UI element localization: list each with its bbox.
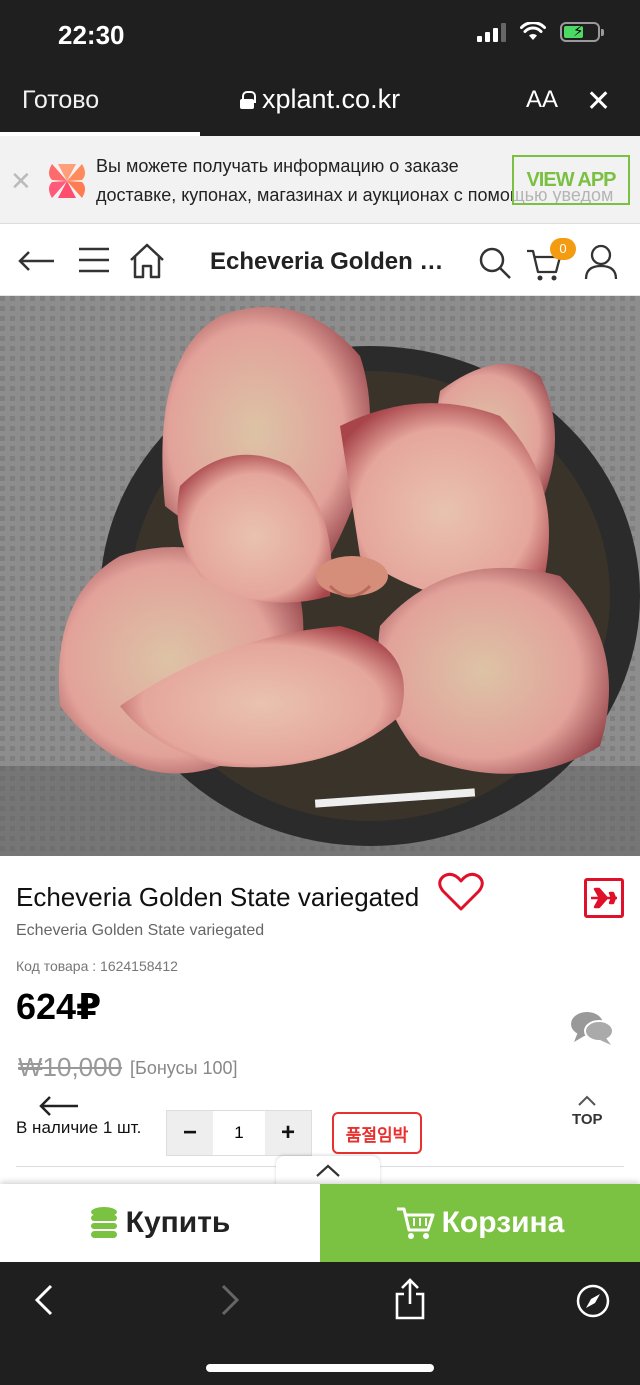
status-icons: ⚡ xyxy=(477,22,604,42)
floating-back-arrow-icon[interactable] xyxy=(38,1094,80,1118)
text-size-label: AA xyxy=(526,86,559,113)
quantity-stepper: − 1 + xyxy=(166,1110,312,1156)
share-icon[interactable] xyxy=(394,1278,426,1320)
home-icon[interactable] xyxy=(128,242,166,280)
buy-button[interactable]: Купить xyxy=(0,1184,320,1262)
chevron-up-icon xyxy=(316,1164,340,1177)
expand-options-tab[interactable] xyxy=(276,1156,380,1186)
battery-icon: ⚡ xyxy=(560,22,604,42)
cart-count-badge: 0 xyxy=(550,238,576,260)
original-price: ₩10,000 xyxy=(18,1052,123,1082)
chevron-up-icon xyxy=(578,1095,596,1106)
stock-status: В наличие 1 шт. xyxy=(16,1118,142,1137)
airplane-glyph-icon xyxy=(591,887,617,909)
scroll-top-label: TOP xyxy=(572,1111,603,1128)
cart-icon xyxy=(396,1207,435,1239)
browser-back-icon[interactable] xyxy=(34,1284,54,1316)
airplane-icon[interactable] xyxy=(584,878,624,918)
page-title: Echeveria Golden … xyxy=(210,248,444,275)
url-bar[interactable]: xplant.co.kr xyxy=(240,84,400,115)
buy-button-label: Купить xyxy=(125,1206,231,1239)
add-to-cart-button[interactable]: Корзина xyxy=(320,1184,640,1262)
compass-icon[interactable] xyxy=(576,1284,610,1318)
chat-icon[interactable] xyxy=(570,1010,614,1046)
cart-button-label: Корзина xyxy=(441,1206,565,1239)
search-icon[interactable] xyxy=(478,246,512,280)
purchase-bar: Купить Корзина xyxy=(0,1184,640,1262)
cellular-signal-icon xyxy=(477,22,506,42)
quantity-increase-button[interactable]: + xyxy=(265,1111,311,1155)
product-title: Echeveria Golden State variegated xyxy=(16,882,420,912)
scroll-top-button[interactable]: TOP xyxy=(572,1094,603,1128)
coins-icon xyxy=(90,1207,117,1238)
site-header: Echeveria Golden … 0 xyxy=(0,224,640,296)
wishlist-heart-icon[interactable] xyxy=(438,872,484,912)
done-button[interactable]: Готово xyxy=(22,86,99,115)
product-code: Код товара : 1624158412 xyxy=(16,958,178,974)
close-icon[interactable]: ✕ xyxy=(586,84,611,119)
url-text: xplant.co.kr xyxy=(262,84,401,114)
product-subtitle: Echeveria Golden State variegated xyxy=(16,922,265,939)
quantity-value[interactable]: 1 xyxy=(213,1111,265,1155)
xplant-logo-icon xyxy=(49,164,85,198)
menu-icon[interactable] xyxy=(78,246,110,274)
banner-close-icon[interactable]: ✕ xyxy=(10,166,32,197)
product-image[interactable] xyxy=(0,296,640,856)
product-price: 624₽ xyxy=(16,986,102,1027)
status-time: 22:30 xyxy=(58,20,125,50)
quantity-decrease-button[interactable]: − xyxy=(167,1111,213,1155)
app-banner: ✕ Вы можете получать информацию о заказе… xyxy=(0,136,640,224)
back-arrow-icon[interactable] xyxy=(18,250,56,272)
lock-icon xyxy=(240,90,256,109)
browser-forward-icon[interactable] xyxy=(220,1284,240,1316)
browser-chrome: 22:30 ⚡ Готово xplant.co.kr AA ✕ xyxy=(0,0,640,136)
account-icon[interactable] xyxy=(584,244,618,280)
home-indicator xyxy=(206,1364,434,1372)
wifi-icon xyxy=(520,22,546,40)
almost-soldout-badge: 품절임박 xyxy=(332,1112,422,1154)
text-size-button[interactable]: AA xyxy=(526,86,558,114)
view-app-button[interactable]: VIEW APP xyxy=(512,155,630,205)
bonus-points: [Бонусы 100] xyxy=(130,1058,238,1078)
